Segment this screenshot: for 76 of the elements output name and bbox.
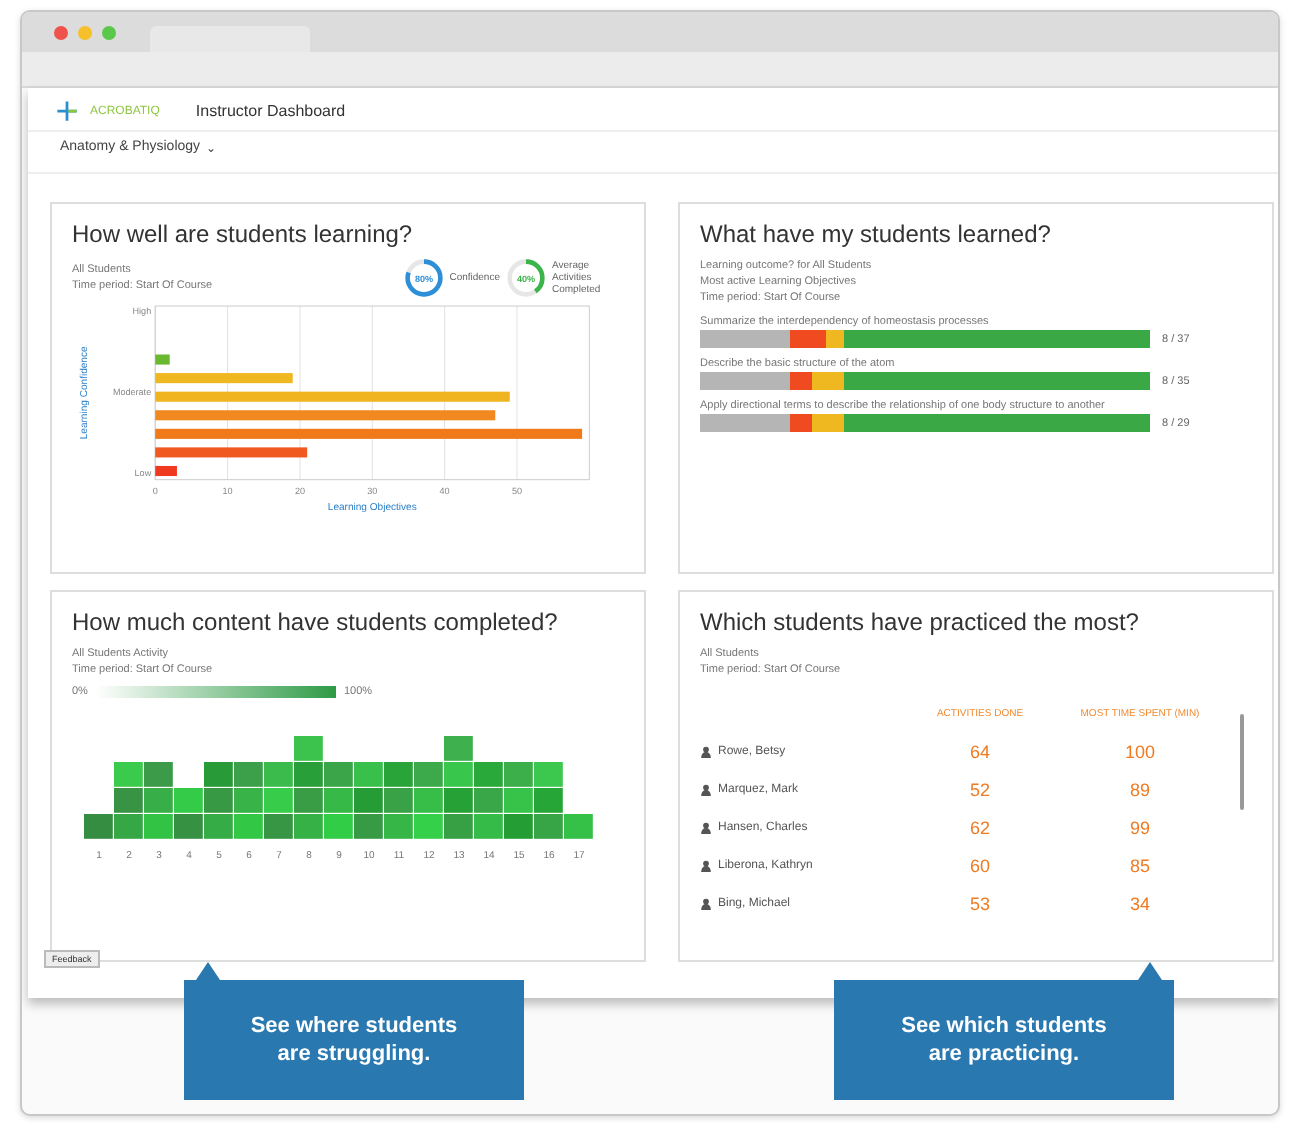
bar [155, 354, 170, 365]
bar [155, 373, 293, 384]
heatmap-tile [504, 814, 533, 839]
heatmap-tile [504, 788, 533, 813]
heatmap-tile [294, 788, 323, 813]
person-icon [700, 783, 712, 795]
heatmap-tile [264, 788, 293, 813]
heatmap-tile [174, 814, 203, 839]
heatmap-tile [84, 814, 113, 839]
card-title: What have my students learned? [700, 220, 1053, 248]
heatmap-tile [114, 814, 143, 839]
heatmap-tile [564, 814, 593, 839]
minimize-icon[interactable] [78, 25, 92, 39]
app-title: Instructor Dashboard [195, 102, 346, 120]
heatmap-tile [144, 788, 173, 813]
card-title: How well are students learning? [72, 220, 415, 248]
table-cell-text: 89 [1127, 779, 1152, 799]
heatmap-tile [444, 788, 473, 813]
heatmap-tile [204, 762, 233, 787]
table-cell-text: 100 [1122, 741, 1158, 761]
scrollbar[interactable] [1240, 714, 1244, 810]
person-icon [700, 821, 712, 833]
heatmap-tile [294, 736, 323, 761]
heatmap-tile [324, 788, 353, 813]
heatmap-tile [384, 814, 413, 839]
heatmap-tile [384, 788, 413, 813]
table-cell-text: 52 [967, 779, 992, 799]
heatmap-tile [534, 814, 563, 839]
table-cell-text: 60 [967, 855, 992, 875]
heatmap-tile [444, 762, 473, 787]
table-cell-text: 62 [967, 817, 992, 837]
person-icon [700, 745, 712, 757]
heatmap-tile [234, 788, 263, 813]
heatmap-tile [474, 788, 503, 813]
table-cell-text: 64 [967, 741, 992, 761]
heatmap-tile [534, 788, 563, 813]
heatmap-tile [264, 814, 293, 839]
heatmap-tile [234, 762, 263, 787]
table-cell-text: 99 [1127, 817, 1152, 837]
logo-icon [56, 100, 78, 122]
heatmap-tile [354, 788, 383, 813]
heatmap-tile [354, 814, 383, 839]
heatmap-tile [414, 762, 443, 787]
maximize-icon[interactable] [102, 25, 116, 39]
heatmap-tile [504, 762, 533, 787]
heatmap-tile [174, 788, 203, 813]
heatmap-tile [414, 788, 443, 813]
heatmap-tile [444, 814, 473, 839]
person-icon [700, 897, 712, 909]
table-cell-text: 85 [1127, 855, 1152, 875]
heatmap-tile [294, 814, 323, 839]
card-title: Which students have practiced the most? [700, 608, 1141, 636]
heatmap-tile [204, 814, 233, 839]
heatmap-tile [444, 736, 473, 761]
close-icon[interactable] [54, 25, 68, 39]
table-cell-text: 53 [967, 893, 992, 913]
heatmap-tile [294, 762, 323, 787]
heatmap-tile [144, 814, 173, 839]
heatmap-tile [474, 814, 503, 839]
heatmap-tile [474, 762, 503, 787]
card-title: How much content have students completed? [72, 608, 560, 636]
heatmap-tile [114, 762, 143, 787]
heatmap-tile [264, 762, 293, 787]
heatmap-tile [414, 814, 443, 839]
person-icon [700, 859, 712, 871]
heatmap-tile [204, 788, 233, 813]
heatmap-tile [114, 788, 143, 813]
heatmap-tile [324, 814, 353, 839]
table-cell-text: 34 [1127, 893, 1152, 913]
heatmap-tile [354, 762, 383, 787]
heatmap-tile [234, 814, 263, 839]
heatmap-tile [384, 762, 413, 787]
heatmap-tile [324, 762, 353, 787]
heatmap-tile [534, 762, 563, 787]
bar [155, 465, 177, 477]
heatmap-tile [144, 762, 173, 787]
